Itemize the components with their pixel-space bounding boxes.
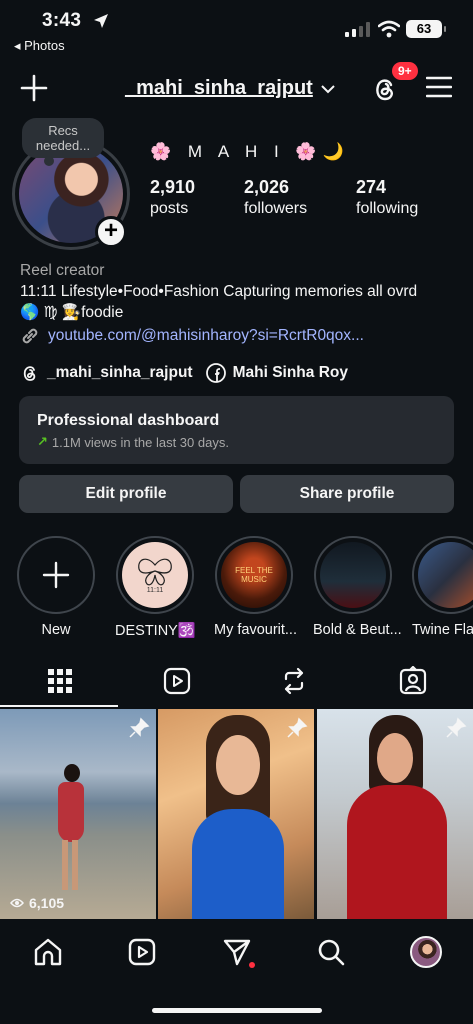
location-arrow-icon [94, 14, 108, 28]
threads-handle-link[interactable]: _mahi_sinha_rajput [47, 364, 193, 382]
hamburger-menu-icon[interactable] [426, 76, 452, 98]
active-tab-indicator [0, 705, 118, 707]
link-icon [22, 328, 38, 344]
back-to-app-link[interactable]: ◂ Photos [14, 38, 65, 54]
dashboard-title: Professional dashboard [37, 412, 220, 429]
social-links: _mahi_sinha_rajput Mahi Sinha Roy [20, 363, 348, 383]
clock: 3:43 [42, 10, 82, 31]
trend-up-icon: ↗ [37, 434, 48, 449]
status-bar: 3:43 ◂ Photos 63 [0, 0, 473, 62]
category-label: Reel creator [20, 262, 105, 279]
highlight-cover: FEEL THE MUSIC [221, 542, 287, 608]
grid-tab-icon[interactable] [45, 666, 75, 696]
unread-dot [249, 962, 255, 968]
stat-value: 274 [356, 177, 387, 197]
highlight-label: Twine Fla [412, 622, 473, 638]
display-name: 🌸 M A H I 🌸🌙 [150, 142, 350, 161]
home-indicator [152, 1008, 322, 1013]
highlight-ring: 11:11 [116, 536, 194, 614]
edit-profile-button[interactable]: Edit profile [19, 475, 233, 513]
pin-icon [446, 717, 467, 738]
stat-following[interactable]: 274 following [356, 177, 418, 218]
dashboard-subtitle: ↗ 1.1M views in the last 30 days. [37, 434, 436, 450]
highlight-bold[interactable]: Bold & Beut... [313, 536, 402, 638]
stat-label: followers [244, 200, 308, 217]
highlight-label: My favourit... [214, 622, 297, 638]
highlight-ring [412, 536, 473, 614]
highlight-ring [314, 536, 392, 614]
music-cover-text: FEEL THE MUSIC [235, 566, 273, 584]
pin-icon [287, 717, 308, 738]
bio: Reel creator 11:11 Lifestyle•Food•Fashio… [20, 260, 460, 323]
post-thumbnail[interactable] [158, 709, 314, 919]
highlight-cover: 11:11 [122, 542, 188, 608]
butterfly-icon [138, 558, 172, 585]
destiny-cover-text: 11:11 [146, 586, 164, 594]
post-figure [337, 709, 457, 919]
view-count-value: 6,105 [29, 895, 65, 911]
highlight-favourites[interactable]: FEEL THE MUSIC My favourit... [214, 536, 297, 638]
link-text: youtube.com/@mahisinharoy?si=RcrtR0qox..… [48, 327, 364, 344]
stat-value: 2,026 [244, 177, 290, 197]
facebook-icon [205, 363, 226, 383]
add-story-plus-icon[interactable]: + [95, 216, 127, 248]
post-thumbnail[interactable]: 6,105 [0, 709, 156, 919]
stat-label: following [356, 200, 419, 217]
highlight-label: Bold & Beut... [313, 622, 402, 638]
account-switcher[interactable]: _mahi_sinha_rajput [125, 77, 335, 100]
stat-value: 2,910 [150, 177, 196, 197]
battery-indicator: 63 [406, 20, 446, 38]
chevron-down-icon [321, 84, 335, 93]
highlight-label: DESTINY🕉️ [115, 623, 196, 639]
create-plus-icon[interactable] [20, 74, 48, 102]
highlight-ring [17, 536, 95, 614]
reels-icon[interactable] [127, 937, 157, 967]
username: _mahi_sinha_rajput [125, 77, 313, 99]
profile-header: _mahi_sinha_rajput 9+ [0, 62, 473, 108]
search-icon[interactable] [316, 937, 346, 967]
view-count: 6,105 [10, 895, 64, 911]
dashboard-stat: 1.1M views in the last 30 days. [51, 434, 229, 450]
reposts-tab-icon[interactable] [279, 666, 309, 696]
highlight-ring: FEEL THE MUSIC [215, 536, 293, 614]
note-bubble[interactable]: Recs needed... [22, 118, 104, 166]
highlight-cover [320, 542, 386, 608]
profile-avatar-nav[interactable] [410, 936, 442, 968]
posts-grid: 6,105 [0, 709, 473, 919]
stat-label: posts [150, 200, 189, 217]
plus-icon [42, 561, 70, 589]
threads-small-icon [23, 366, 36, 381]
share-profile-button[interactable]: Share profile [240, 475, 454, 513]
reels-tab-icon[interactable] [162, 666, 192, 696]
notification-badge: 9+ [392, 62, 418, 80]
bio-line: 🌎 ♍ 👩‍🍳foodie [20, 304, 124, 321]
facebook-name-link[interactable]: Mahi Sinha Roy [233, 364, 348, 382]
home-icon[interactable] [33, 937, 63, 967]
bio-line: 11:11 Lifestyle•Food•Fashion Capturing m… [20, 283, 418, 300]
professional-dashboard[interactable]: Professional dashboard ↗ 1.1M views in t… [19, 396, 454, 464]
profile-tabs [0, 660, 473, 708]
eye-icon [10, 898, 24, 908]
post-thumbnail[interactable] [317, 709, 473, 919]
highlight-destiny[interactable]: 11:11 DESTINY🕉️ [115, 536, 196, 639]
stat-followers[interactable]: 2,026 followers [244, 177, 307, 218]
highlight-label: New [41, 622, 71, 638]
cellular-signal-icon [345, 22, 370, 37]
post-figure [186, 709, 290, 919]
pin-icon [129, 717, 150, 738]
direct-messages-icon[interactable] [222, 937, 252, 967]
tagged-tab-icon[interactable] [398, 666, 428, 696]
wifi-icon [378, 20, 400, 38]
highlight-cover [418, 542, 473, 608]
highlight-new[interactable]: New [16, 536, 96, 638]
bio-link[interactable]: youtube.com/@mahisinharoy?si=RcrtR0qox..… [20, 326, 364, 346]
post-figure [52, 764, 88, 894]
stat-posts[interactable]: 2,910 posts [150, 177, 195, 218]
highlight-twine[interactable]: Twine Fla [412, 536, 473, 638]
